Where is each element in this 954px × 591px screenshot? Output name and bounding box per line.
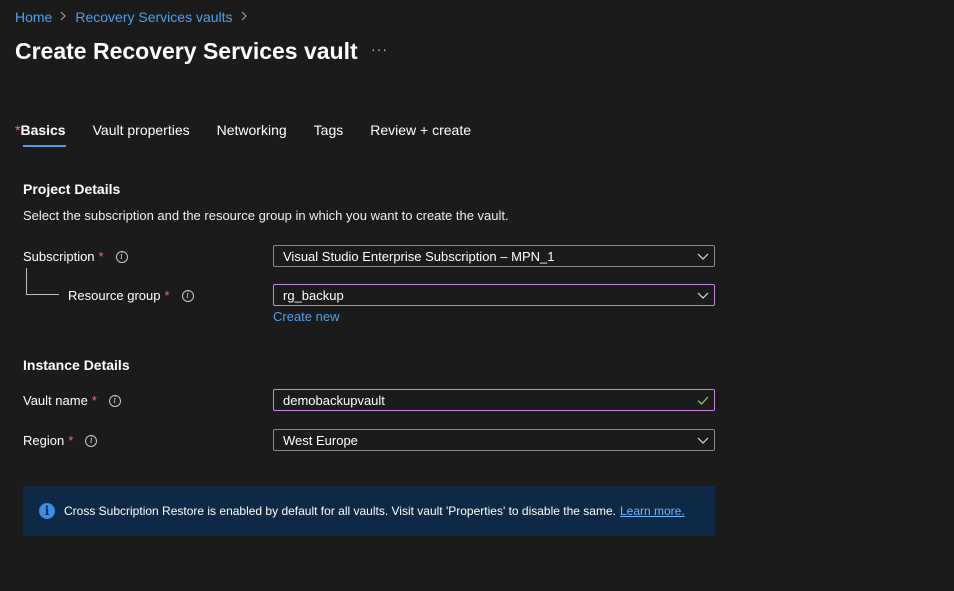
required-marker: *	[98, 249, 104, 264]
vault-name-label: Vault name * i	[23, 393, 121, 408]
chevron-down-icon	[692, 284, 714, 306]
resource-group-value: rg_backup	[283, 287, 344, 303]
tab-label: Review + create	[370, 122, 472, 138]
subscription-label: Subscription * i	[23, 249, 128, 264]
tab-bar: *Basics Vault properties Networking Tags…	[15, 122, 498, 147]
tab-networking[interactable]: Networking	[217, 122, 287, 147]
page-title: Create Recovery Services vault	[15, 38, 358, 64]
learn-more-link[interactable]: Learn more.	[620, 504, 685, 518]
tree-connector	[26, 294, 59, 295]
region-value: West Europe	[283, 432, 358, 448]
required-marker: *	[164, 288, 170, 303]
vault-name-value: demobackupvault	[283, 392, 385, 408]
info-icon[interactable]: i	[181, 289, 194, 302]
tab-label: Tags	[313, 122, 344, 138]
chevron-down-icon	[692, 245, 714, 267]
tab-review-create[interactable]: Review + create	[370, 122, 471, 147]
breadcrumb-vaults-link[interactable]: Recovery Services vaults	[75, 9, 232, 25]
tab-vault-properties[interactable]: Vault properties	[93, 122, 190, 147]
region-label-text: Region	[23, 433, 65, 448]
required-marker: *	[91, 393, 97, 408]
banner-text: Cross Subcription Restore is enabled by …	[64, 504, 616, 518]
chevron-down-icon	[692, 429, 714, 451]
tab-label: Networking	[216, 122, 287, 138]
info-icon[interactable]: i	[108, 394, 121, 407]
checkmark-icon	[692, 389, 714, 411]
vault-name-input[interactable]: demobackupvault	[273, 389, 715, 411]
resource-group-label-text: Resource group	[68, 288, 161, 303]
subscription-value: Visual Studio Enterprise Subscription – …	[283, 248, 555, 264]
breadcrumb-home-link[interactable]: Home	[15, 9, 52, 25]
instance-details-heading: Instance Details	[23, 357, 130, 373]
resource-group-label: Resource group * i	[68, 288, 194, 303]
more-options-button[interactable]: ···	[371, 41, 388, 57]
tab-tags[interactable]: Tags	[314, 122, 344, 147]
region-dropdown[interactable]: West Europe	[273, 429, 715, 451]
info-icon[interactable]: i	[85, 434, 98, 447]
info-banner: i Cross Subcription Restore is enabled b…	[23, 486, 715, 536]
tab-label: Basics	[20, 122, 66, 138]
vault-name-label-text: Vault name	[23, 393, 88, 408]
subscription-dropdown[interactable]: Visual Studio Enterprise Subscription – …	[273, 245, 715, 267]
info-circle-icon: i	[39, 503, 55, 519]
region-label: Region * i	[23, 433, 98, 448]
required-marker: *	[68, 433, 74, 448]
tab-label: Vault properties	[92, 122, 190, 138]
project-details-heading: Project Details	[23, 181, 121, 197]
breadcrumb: Home Recovery Services vaults	[15, 9, 248, 25]
project-details-description: Select the subscription and the resource…	[23, 208, 509, 223]
info-icon[interactable]: i	[115, 250, 128, 263]
subscription-label-text: Subscription	[23, 249, 95, 264]
tab-basics[interactable]: *Basics	[15, 122, 66, 147]
resource-group-dropdown[interactable]: rg_backup	[273, 284, 715, 306]
chevron-right-icon	[60, 11, 67, 24]
create-new-link[interactable]: Create new	[273, 309, 339, 324]
chevron-right-icon	[241, 11, 248, 24]
tree-connector	[26, 268, 27, 294]
